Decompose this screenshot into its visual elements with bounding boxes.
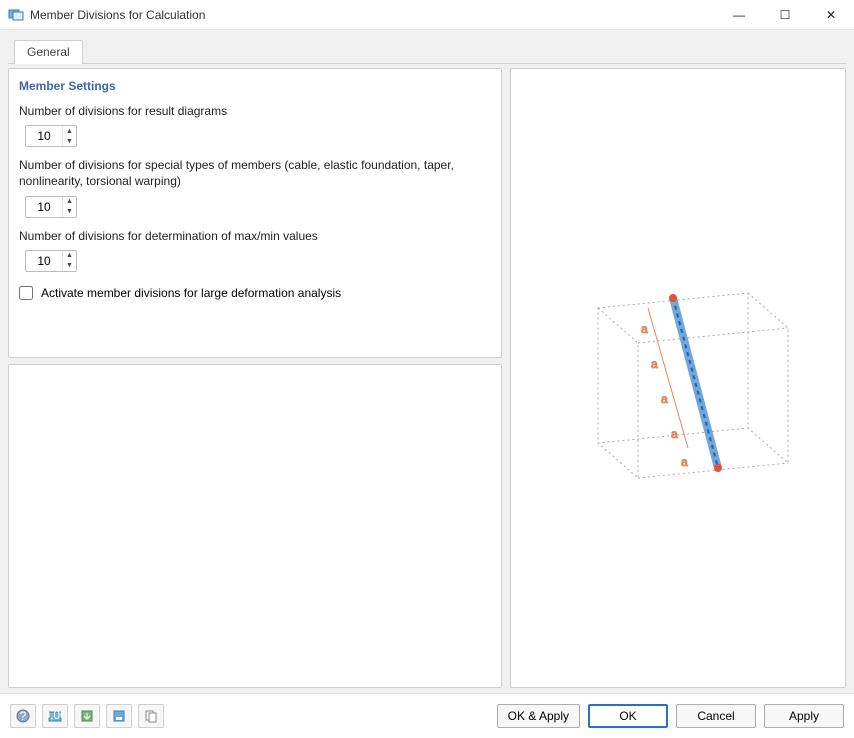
right-column: a a a a a	[510, 68, 846, 688]
titlebar: Member Divisions for Calculation — ☐ ✕	[0, 0, 854, 30]
units-button[interactable]: 0,00	[42, 704, 68, 728]
input-divisions-maxmin[interactable]	[26, 252, 62, 270]
footer: ? 0,00 OK & Apply OK Cancel Apply	[0, 693, 854, 737]
preview-panel: a a a a a	[510, 68, 846, 688]
spinner-down-icon[interactable]: ▼	[63, 136, 76, 146]
checkbox-large-deformation[interactable]	[19, 286, 33, 300]
help-icon: ?	[16, 709, 30, 723]
tabstrip: General	[8, 38, 846, 64]
input-divisions-result[interactable]	[26, 127, 62, 145]
window-controls: — ☐ ✕	[716, 0, 854, 30]
label-divisions-special: Number of divisions for special types of…	[19, 157, 491, 189]
save-icon	[112, 709, 126, 723]
spinner-divisions-result[interactable]: ▲ ▼	[25, 125, 77, 147]
svg-text:a: a	[671, 427, 678, 441]
footer-toolbar: ? 0,00	[10, 704, 164, 728]
import-button[interactable]	[74, 704, 100, 728]
svg-text:a: a	[651, 357, 658, 371]
spinner-divisions-maxmin[interactable]: ▲ ▼	[25, 250, 77, 272]
minimize-button[interactable]: —	[716, 0, 762, 30]
ok-button[interactable]: OK	[588, 704, 668, 728]
spinner-divisions-special[interactable]: ▲ ▼	[25, 196, 77, 218]
close-button[interactable]: ✕	[808, 0, 854, 30]
ok-apply-button[interactable]: OK & Apply	[497, 704, 580, 728]
apply-button[interactable]: Apply	[764, 704, 844, 728]
copy-icon	[144, 709, 158, 723]
svg-text:0,00: 0,00	[48, 709, 62, 722]
svg-text:a: a	[681, 455, 688, 469]
dialog-body: General Member Settings Number of divisi…	[0, 30, 854, 693]
svg-text:a: a	[641, 322, 648, 336]
window-title: Member Divisions for Calculation	[30, 8, 716, 22]
spinner-up-icon[interactable]: ▲	[63, 197, 76, 207]
copy-button[interactable]	[138, 704, 164, 728]
member-settings-panel: Member Settings Number of divisions for …	[8, 68, 502, 358]
label-divisions-maxmin: Number of divisions for determination of…	[19, 228, 491, 244]
content-area: Member Settings Number of divisions for …	[8, 68, 846, 688]
label-large-deformation: Activate member divisions for large defo…	[41, 286, 341, 300]
app-icon	[8, 7, 24, 23]
input-divisions-special[interactable]	[26, 198, 62, 216]
label-divisions-result: Number of divisions for result diagrams	[19, 103, 491, 119]
checkbox-row-large-deformation[interactable]: Activate member divisions for large defo…	[19, 286, 491, 300]
units-icon: 0,00	[48, 709, 62, 723]
cancel-button[interactable]: Cancel	[676, 704, 756, 728]
spinner-down-icon[interactable]: ▼	[63, 261, 76, 271]
spinner-down-icon[interactable]: ▼	[63, 207, 76, 217]
tab-general[interactable]: General	[14, 40, 83, 64]
left-column: Member Settings Number of divisions for …	[8, 68, 502, 688]
import-icon	[80, 709, 94, 723]
svg-text:a: a	[661, 392, 668, 406]
footer-buttons: OK & Apply OK Cancel Apply	[497, 704, 844, 728]
maximize-button[interactable]: ☐	[762, 0, 808, 30]
spinner-up-icon[interactable]: ▲	[63, 251, 76, 261]
section-title: Member Settings	[19, 79, 491, 93]
spinner-up-icon[interactable]: ▲	[63, 126, 76, 136]
save-button[interactable]	[106, 704, 132, 728]
lower-left-panel	[8, 364, 502, 688]
svg-text:?: ?	[20, 709, 27, 723]
member-preview-icon: a a a a a	[548, 248, 808, 508]
help-button[interactable]: ?	[10, 704, 36, 728]
